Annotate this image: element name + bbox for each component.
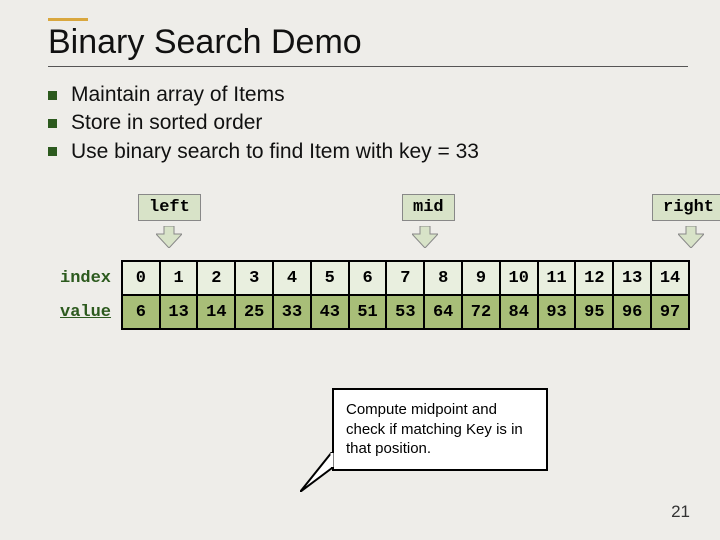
index-cell: 1 <box>160 261 198 295</box>
bullet-item: Use binary search to find Item with key … <box>48 138 690 166</box>
index-cell: 13 <box>613 261 651 295</box>
bullet-text: Store in sorted order <box>71 109 262 137</box>
value-cell: 84 <box>500 295 538 329</box>
value-cell: 93 <box>538 295 576 329</box>
title-accent-rule <box>48 18 88 21</box>
callout-text: Compute midpoint and check if matching K… <box>346 401 523 457</box>
index-cell: 12 <box>575 261 613 295</box>
index-cell: 7 <box>386 261 424 295</box>
value-row: value 6 13 14 25 33 43 51 53 64 72 84 93… <box>60 295 689 329</box>
square-bullet-icon <box>48 147 57 156</box>
value-cell: 51 <box>349 295 387 329</box>
index-cell: 0 <box>122 261 160 295</box>
index-cell: 14 <box>651 261 689 295</box>
value-cell: 95 <box>575 295 613 329</box>
mid-pointer-label: mid <box>402 194 455 221</box>
title-underline <box>48 66 688 67</box>
index-cell: 6 <box>349 261 387 295</box>
right-pointer-label: right <box>652 194 720 221</box>
index-cell: 5 <box>311 261 349 295</box>
index-cell: 11 <box>538 261 576 295</box>
slide-title: Binary Search Demo <box>48 23 690 64</box>
value-cell: 14 <box>197 295 235 329</box>
value-cell: 64 <box>424 295 462 329</box>
index-row: index 0 1 2 3 4 5 6 7 8 9 10 11 12 13 14 <box>60 261 689 295</box>
index-row-label: index <box>60 261 122 295</box>
value-cell: 25 <box>235 295 273 329</box>
value-cell: 43 <box>311 295 349 329</box>
value-cell: 53 <box>386 295 424 329</box>
value-cell: 33 <box>273 295 311 329</box>
arrow-down-icon <box>678 226 704 248</box>
index-cell: 3 <box>235 261 273 295</box>
arrow-down-icon <box>412 226 438 248</box>
square-bullet-icon <box>48 91 57 100</box>
bullet-list: Maintain array of Items Store in sorted … <box>48 81 690 166</box>
bullet-item: Store in sorted order <box>48 109 690 137</box>
square-bullet-icon <box>48 119 57 128</box>
arrow-down-icon <box>156 226 182 248</box>
left-pointer-label: left <box>138 194 201 221</box>
callout-tail-icon <box>300 452 340 497</box>
value-cell: 97 <box>651 295 689 329</box>
index-cell: 2 <box>197 261 235 295</box>
page-number: 21 <box>671 502 690 522</box>
value-row-label: value <box>60 295 122 329</box>
callout-box: Compute midpoint and check if matching K… <box>332 388 548 471</box>
array-table-wrap: index 0 1 2 3 4 5 6 7 8 9 10 11 12 13 14… <box>60 260 690 330</box>
value-cell: 6 <box>122 295 160 329</box>
array-table: index 0 1 2 3 4 5 6 7 8 9 10 11 12 13 14… <box>60 260 690 330</box>
index-cell: 9 <box>462 261 500 295</box>
pointer-labels-row: left mid right <box>100 194 690 234</box>
value-cell: 96 <box>613 295 651 329</box>
index-cell: 8 <box>424 261 462 295</box>
bullet-text: Use binary search to find Item with key … <box>71 138 479 166</box>
index-cell: 4 <box>273 261 311 295</box>
index-cell: 10 <box>500 261 538 295</box>
value-cell: 13 <box>160 295 198 329</box>
bullet-item: Maintain array of Items <box>48 81 690 109</box>
bullet-text: Maintain array of Items <box>71 81 285 109</box>
value-cell: 72 <box>462 295 500 329</box>
